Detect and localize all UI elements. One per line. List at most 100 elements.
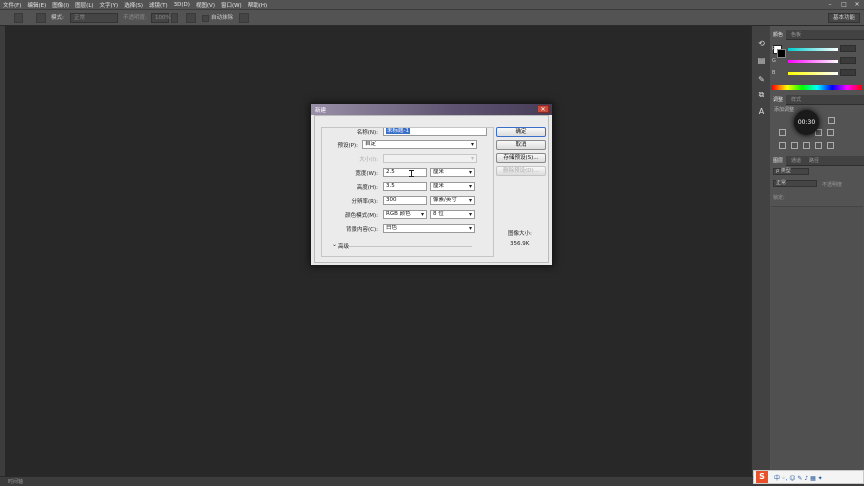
slider-r[interactable] [788,48,838,51]
background-color-swatch[interactable] [777,49,786,58]
preset-label: 预设(P): [337,143,358,149]
resolution-label: 分辨率(R): [351,199,378,205]
brush-preset-icon[interactable] [36,13,46,23]
brush-icon[interactable]: ✎ [756,74,767,85]
status-text: 时间轴 [8,479,24,485]
dialog-title-bar[interactable]: 新建 ✕ [311,104,552,115]
adjust-panel-tabs: 调整 样式 [770,95,864,105]
layer-blend-mode[interactable]: 正常 [773,180,817,187]
auto-erase-checkbox[interactable] [202,15,209,22]
history-icon[interactable]: ⟲ [756,38,767,49]
image-size-value: 356.9K [510,241,530,247]
ime-logo-icon[interactable]: S [756,471,768,483]
menu-layer[interactable]: 图层(L) [72,1,96,9]
adjust-hue-icon[interactable] [827,129,834,136]
dialog-title: 新建 [315,108,327,114]
layer-opacity-label: 不透明度 [822,182,843,188]
layers-list[interactable] [771,206,863,476]
tab-adjustments[interactable]: 调整 [770,95,787,105]
status-bar: 时间轴 [0,476,864,486]
height-unit-select[interactable]: 厘米 [430,182,475,191]
menu-file[interactable]: 文件(F) [0,1,24,9]
cancel-button[interactable]: 取消 [496,140,546,150]
layer-lock-label: 锁定: [773,195,785,201]
tools-panel[interactable] [0,26,5,476]
tab-styles[interactable]: 样式 [788,95,804,105]
opacity-dropdown-icon[interactable] [171,13,178,23]
adjust-selective-color-icon[interactable] [827,142,834,149]
preset-select[interactable]: 自定 [362,140,477,149]
background-label: 背景内容(C): [346,227,378,233]
ok-button[interactable]: 确定 [496,127,546,137]
image-size-label: 图像大小: [508,231,532,237]
adjust-posterize-icon[interactable] [791,142,798,149]
menu-window[interactable]: 窗口(W) [218,1,245,9]
menu-select[interactable]: 选择(S) [121,1,146,9]
slider-g-value[interactable] [840,57,856,64]
save-preset-button[interactable]: 存储预设(S)... [496,153,546,163]
color-spectrum-bar[interactable] [772,85,862,90]
layers-panel-tabs: 图层 通道 路径 [770,156,864,166]
menu-edit[interactable]: 编辑(E) [24,1,49,9]
slider-b-label: B [772,70,776,76]
workspace-switcher[interactable]: 基本功能 [827,13,860,23]
color-mode-label: 颜色模式(M): [345,213,378,219]
adjust-threshold-icon[interactable] [803,142,810,149]
mode-select[interactable]: 正常 [70,13,118,23]
ime-toolbar[interactable]: S 中 ◦, ☺ ✎ ♪ ▦ ✦ [753,470,864,484]
tab-layers[interactable]: 图层 [770,156,787,166]
slider-g[interactable] [788,60,838,63]
auto-erase-label: 自动抹除 [211,15,234,21]
slider-b[interactable] [788,72,838,75]
layer-kind-filter[interactable]: ρ 类型 [773,168,809,175]
slider-r-label: R [772,46,776,52]
delete-preset-button[interactable]: 删除预设(D)... [496,166,546,176]
resolution-input[interactable]: 300 [383,196,427,205]
menu-type[interactable]: 文字(Y) [97,1,122,9]
pressure-size-icon[interactable] [239,13,249,23]
advanced-toggle-icon[interactable]: ⌄ [332,241,337,248]
slider-r-value[interactable] [840,45,856,52]
clone-source-icon[interactable]: ⧉ [756,89,767,100]
menu-filter[interactable]: 滤镜(T) [146,1,171,9]
dialog-close-button[interactable]: ✕ [537,105,549,113]
dialog-body: 名称(N): 未标题-1 预设(P): 自定 大小(I): 宽度(W): 2.5… [314,115,549,263]
menu-help[interactable]: 帮助(H) [245,1,270,9]
tab-color[interactable]: 颜色 [770,30,787,40]
background-select[interactable]: 白色 [383,224,475,233]
adjust-levels-icon[interactable] [828,117,835,124]
width-label: 宽度(W): [355,171,378,177]
bit-depth-select[interactable]: 8 位 [430,210,475,219]
adjust-invert-icon[interactable] [779,142,786,149]
window-close-button[interactable]: ✕ [851,0,863,9]
slider-b-value[interactable] [840,69,856,76]
color-mode-select[interactable]: RGB 颜色 [383,210,427,219]
adjust-exposure-icon[interactable] [779,129,786,136]
opacity-input[interactable]: 100% [151,13,171,23]
height-input[interactable]: 3.5 [383,182,427,191]
tab-paths[interactable]: 路径 [806,156,822,166]
character-icon[interactable]: A [756,106,767,117]
eraser-tool-icon[interactable] [14,13,23,23]
resolution-unit-select[interactable]: 像素/英寸 [430,196,475,205]
menu-3d[interactable]: 3D(D) [171,2,193,8]
size-select[interactable] [383,154,477,163]
minimize-button[interactable]: – [824,0,836,9]
menu-view[interactable]: 视图(V) [193,1,218,9]
menu-image[interactable]: 图像(I) [49,1,72,9]
properties-icon[interactable]: ▤ [756,55,767,66]
tab-channels[interactable]: 通道 [788,156,804,166]
width-unit-select[interactable]: 厘米 [430,168,475,177]
width-input[interactable]: 2.5 [383,168,427,177]
ime-tool-icons[interactable]: 中 ◦, ☺ ✎ ♪ ▦ ✦ [774,473,823,482]
height-label: 高度(H): [356,185,378,191]
mode-label: 模式: [51,15,64,21]
adjust-gradient-icon[interactable] [815,142,822,149]
panel-icon-column: ⟲ ▤ ✎ ⧉ A [751,26,770,476]
pressure-opacity-icon[interactable] [186,13,196,23]
right-panels: 颜色 色板 R G B 调整 样式 添加调整 图层 通道 路径 ρ 类型 正常 … [770,26,864,476]
opacity-label: 不透明度: [123,15,147,21]
maximize-button[interactable]: □ [838,0,850,9]
tab-swatches[interactable]: 色板 [788,30,804,40]
new-document-dialog: 新建 ✕ 名称(N): 未标题-1 预设(P): 自定 大小(I): 宽度(W)… [310,103,553,266]
